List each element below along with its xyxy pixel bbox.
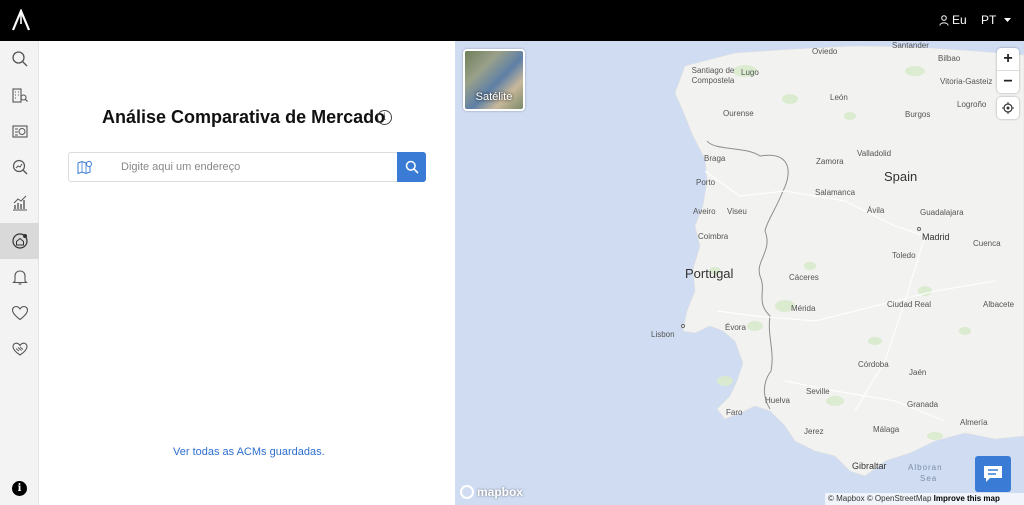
map-label: Coimbra — [698, 232, 729, 241]
map-label: Albacete — [983, 300, 1015, 309]
map-label: Ciudad Real — [887, 300, 932, 309]
mapbox-logo-icon — [460, 485, 474, 499]
geolocate-button[interactable] — [997, 97, 1019, 119]
info-circle-icon[interactable]: i — [377, 110, 392, 125]
map-label: Mérida — [791, 304, 816, 313]
map-label: Ávila — [867, 206, 885, 215]
user-icon — [939, 14, 949, 26]
sidebar-item-favorites[interactable] — [0, 295, 39, 331]
map-label: Granada — [907, 400, 939, 409]
chat-icon — [984, 466, 1002, 482]
map-label: Viseu — [727, 207, 747, 216]
city-dot — [681, 324, 685, 328]
zoom-control: + − — [997, 48, 1019, 93]
satellite-label: Satélite — [475, 91, 513, 103]
map-label-country: Spain — [884, 169, 918, 184]
sidebar: i — [0, 41, 39, 505]
map-label: Zamora — [816, 157, 844, 166]
saved-acms-link[interactable]: Ver todas as ACMs guardadas. — [173, 446, 325, 458]
map-label: Burgos — [905, 110, 931, 119]
caret-down-icon — [1004, 18, 1012, 22]
top-bar: Eu PT — [0, 0, 1024, 41]
map-label-sea: Alboran — [908, 463, 943, 472]
search-icon — [11, 51, 27, 67]
mapbox-logo-text: mapbox — [477, 485, 524, 499]
map-label: Ourense — [723, 109, 754, 118]
improve-map-link[interactable]: Improve this map — [934, 494, 1000, 503]
map-label: Huelva — [765, 396, 790, 405]
map-label-country: Portugal — [685, 266, 734, 281]
language-selector[interactable]: PT — [981, 13, 1012, 27]
map-label: Toledo — [892, 251, 916, 260]
market-analysis-icon — [12, 159, 27, 175]
language-label: PT — [981, 13, 997, 27]
brand-logo-icon[interactable] — [11, 9, 31, 31]
map-label: Seville — [806, 387, 830, 396]
attribution-osm-link[interactable]: © OpenStreetMap — [867, 494, 932, 503]
zoom-in-button[interactable]: + — [997, 48, 1019, 70]
address-search — [68, 152, 426, 182]
map-label: Almería — [960, 418, 988, 427]
city-dot — [917, 227, 921, 231]
search-icon — [405, 160, 419, 174]
building-search-icon — [11, 88, 28, 103]
map-label: Salamanca — [815, 188, 856, 197]
sidebar-item-market-comparison[interactable] — [0, 223, 39, 259]
map-label-sea: Sea — [920, 474, 938, 483]
market-analysis-panel: Análise Comparativa de Mercado i Ver tod… — [39, 41, 455, 505]
mapbox-logo[interactable]: mapbox — [460, 485, 523, 499]
map-label: Cuenca — [973, 239, 1001, 248]
sidebar-item-deals[interactable] — [0, 331, 39, 367]
map-label: Évora — [725, 323, 746, 332]
map-attribution: © Mapbox © OpenStreetMap Improve this ma… — [825, 493, 1024, 505]
map-label: Porto — [696, 178, 716, 187]
sidebar-item-alerts[interactable] — [0, 259, 39, 295]
address-input[interactable] — [121, 153, 391, 181]
map-label: Córdoba — [858, 360, 889, 369]
heart-icon — [11, 305, 28, 321]
user-label: Eu — [952, 13, 967, 27]
map-label: Vitoria-Gasteiz — [940, 77, 993, 86]
handshake-heart-icon — [11, 342, 28, 356]
user-menu[interactable]: Eu — [939, 13, 967, 27]
sidebar-item-market-analysis[interactable] — [0, 149, 39, 185]
map-label: Lugo — [741, 68, 759, 77]
map-label: Braga — [704, 154, 726, 163]
map-label: Oviedo — [812, 47, 838, 56]
map-label: Cáceres — [789, 273, 819, 282]
bell-icon — [11, 270, 28, 285]
map-label: Jerez — [804, 427, 824, 436]
sidebar-item-building-search[interactable] — [0, 77, 39, 113]
property-valuation-icon — [11, 125, 28, 138]
map-label: Santiago de Compostela — [691, 66, 735, 85]
map-label: Valladolid — [857, 149, 892, 158]
search-button[interactable] — [397, 152, 426, 182]
map-label: Logroño — [957, 100, 987, 109]
map-label: Aveiro — [693, 207, 716, 216]
sidebar-item-chart[interactable] — [0, 185, 39, 221]
map-label: Madrid — [922, 232, 950, 242]
info-icon[interactable]: i — [12, 481, 27, 496]
home-compare-icon — [11, 233, 28, 249]
sidebar-item-search[interactable] — [0, 41, 39, 77]
page-title: Análise Comparativa de Mercado — [102, 107, 386, 127]
map-label: Jaén — [909, 368, 927, 377]
map-label: Málaga — [873, 425, 900, 434]
map-label: Guadalajara — [920, 208, 964, 217]
map-label: León — [830, 93, 848, 102]
crosshair-icon — [1002, 102, 1014, 114]
zoom-out-button[interactable]: − — [997, 71, 1019, 93]
chart-growth-icon — [12, 195, 27, 211]
map-view[interactable]: Satélite + − Oviedo Santander Bilbao Vit… — [455, 41, 1024, 505]
map-pin-icon — [77, 160, 92, 175]
attribution-mapbox-link[interactable]: © Mapbox — [828, 494, 865, 503]
map-label: Faro — [726, 408, 743, 417]
map-label: Gibraltar — [852, 461, 887, 471]
map-label: Santander — [892, 41, 929, 50]
chat-button[interactable] — [975, 456, 1011, 492]
map-label: Lisbon — [651, 330, 675, 339]
map-label: Bilbao — [938, 54, 961, 63]
sidebar-item-valuation[interactable] — [0, 113, 39, 149]
satellite-toggle[interactable]: Satélite — [463, 49, 525, 111]
